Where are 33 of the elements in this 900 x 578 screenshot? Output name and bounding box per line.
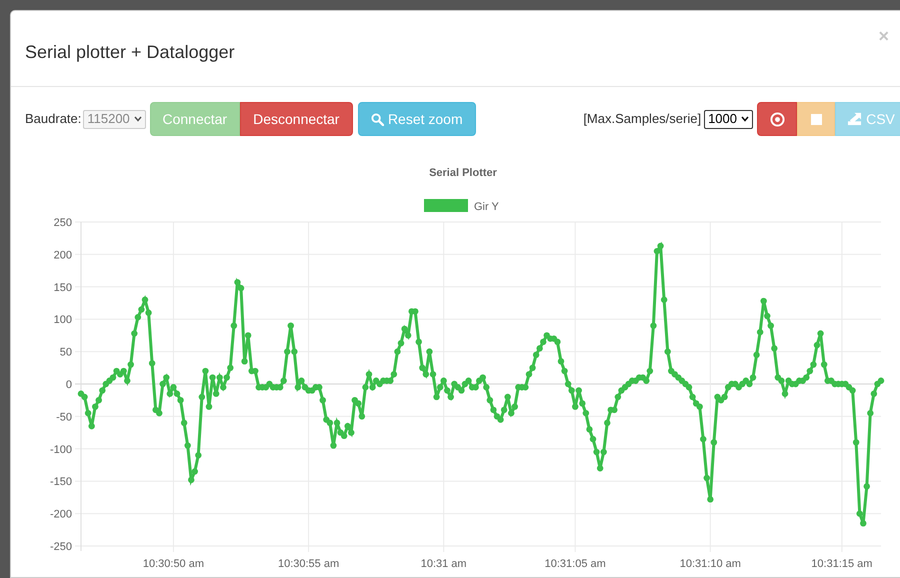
window-title: Serial plotter + Datalogger — [25, 41, 235, 64]
x-axis-label: 10:31 am — [420, 558, 467, 570]
x-axis-label: 10:31:10 am — [680, 558, 741, 570]
chart-title: Serial Plotter — [429, 167, 497, 179]
reset-button[interactable]: Reset zoom — [358, 102, 476, 136]
max-samples-label: [Max.Samples/serie] — [583, 110, 702, 128]
y-axis-label: -150 — [50, 476, 72, 488]
record-button[interactable] — [757, 102, 797, 136]
target-icon — [770, 112, 784, 126]
y-axis-label: 50 — [60, 346, 72, 359]
y-axis-label: -200 — [50, 508, 72, 521]
max-samples-select[interactable]: 1000 — [704, 110, 753, 128]
y-axis-label: 150 — [54, 282, 72, 294]
x-axis-label: 10:30:55 am — [278, 558, 340, 570]
legend-label: Gir Y — [474, 201, 499, 213]
y-axis-label: 0 — [66, 379, 72, 391]
search-icon — [370, 112, 384, 126]
y-axis-label: -50 — [56, 411, 72, 424]
x-axis-label: 10:31:05 am — [544, 558, 606, 570]
chevron-down-icon — [741, 116, 749, 122]
export-icon — [847, 112, 862, 126]
y-axis-label: -250 — [50, 541, 72, 553]
y-axis-label: 100 — [54, 314, 72, 326]
disconnect-button[interactable]: Desconnectar — [240, 102, 353, 136]
chevron-down-icon — [134, 116, 142, 122]
y-axis-label: 250 — [54, 217, 72, 229]
y-axis-label: 200 — [54, 249, 72, 262]
close-button[interactable]: × — [878, 27, 889, 45]
x-axis-label: 10:30:50 am — [142, 558, 204, 570]
baudrate-label: Baudrate: — [25, 110, 82, 128]
y-axis-label: -100 — [50, 444, 72, 456]
square-icon — [810, 114, 822, 124]
x-axis-label: 10:31:15 am — [811, 558, 872, 570]
